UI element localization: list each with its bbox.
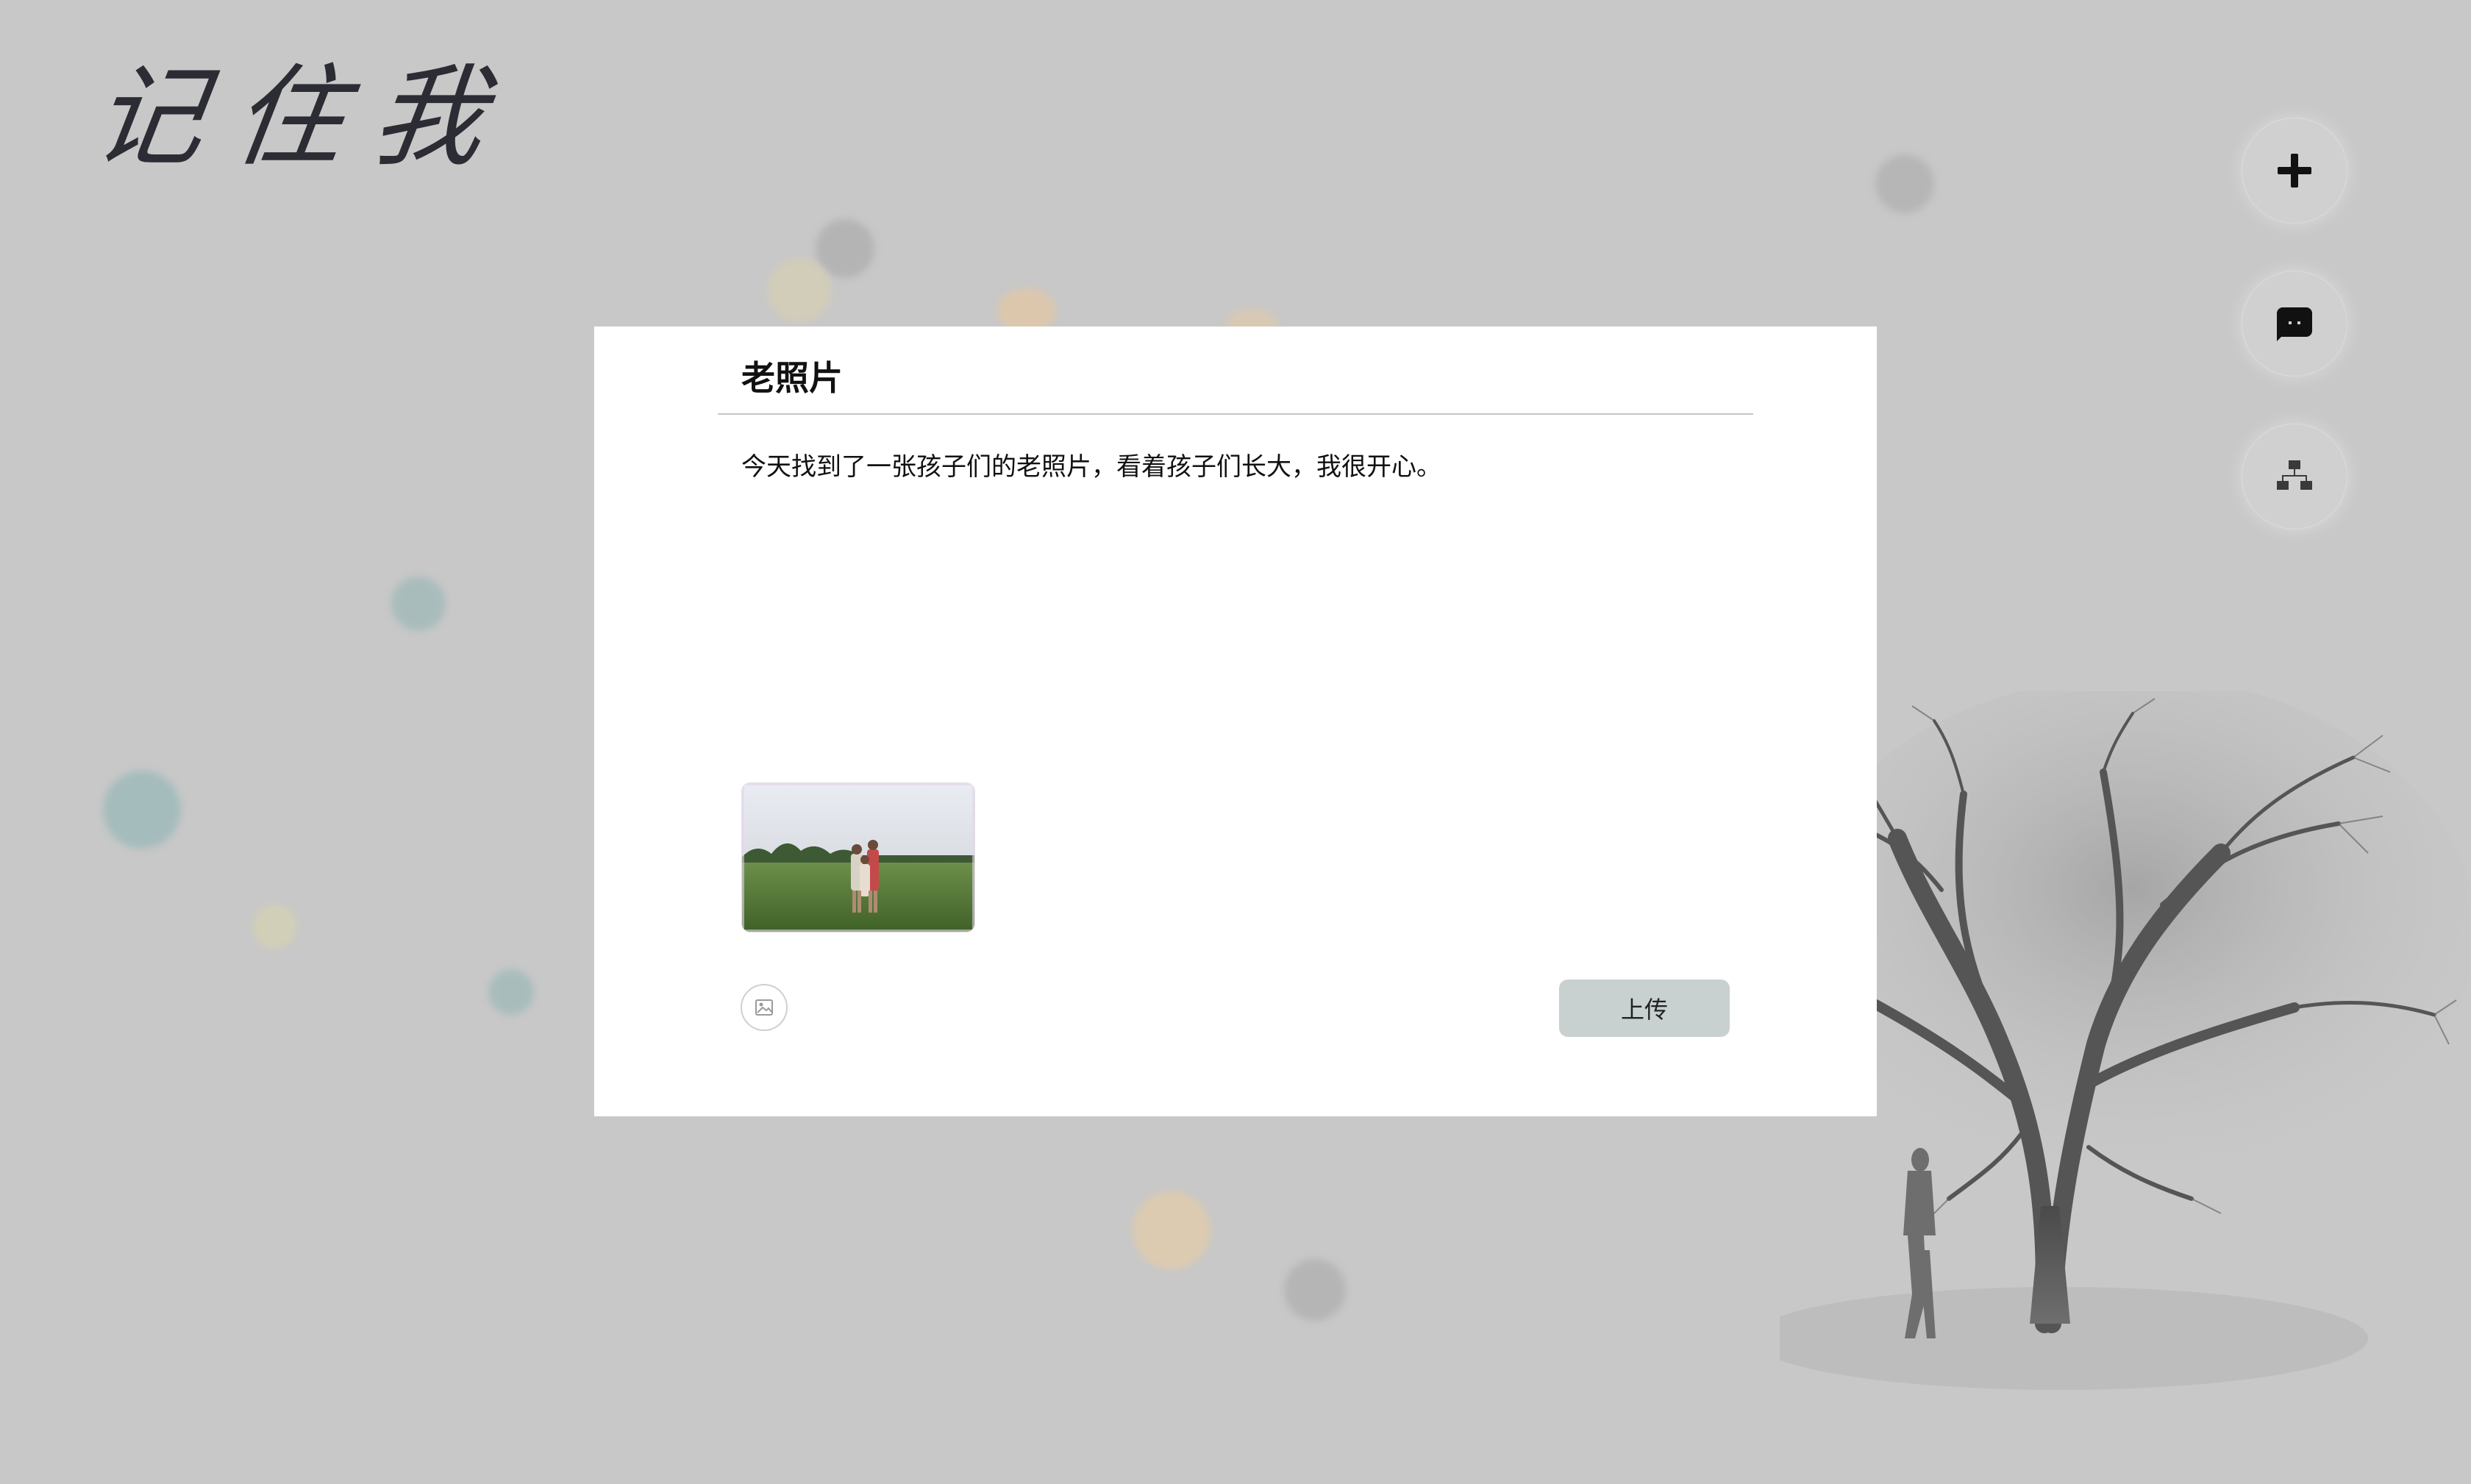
bokeh-dot: [1875, 154, 1934, 213]
bokeh-dot: [997, 288, 1056, 332]
chat-button[interactable]: [2242, 271, 2347, 377]
bokeh-dot: [391, 577, 446, 631]
image-icon: [755, 999, 773, 1016]
post-content[interactable]: 今天找到了一张孩子们的老照片，看着孩子们长大，我很开心。: [741, 449, 1741, 485]
bokeh-dot: [816, 219, 874, 278]
post-dialog: 老照片 今天找到了一张孩子们的老照片，看着孩子们长大，我很开心。 上传: [594, 327, 1877, 1116]
family-tree-button[interactable]: [2242, 424, 2347, 529]
bokeh-dot: [1133, 1191, 1210, 1269]
tree-illustration: [1780, 691, 2471, 1390]
add-button[interactable]: [2242, 118, 2347, 224]
bokeh-dot: [253, 905, 297, 949]
post-title[interactable]: 老照片: [741, 356, 843, 400]
bokeh-dot: [1284, 1259, 1346, 1321]
chat-bubble-icon: [2277, 307, 2312, 341]
app-logo: 记住我: [85, 51, 522, 184]
bokeh-dot: [103, 771, 181, 849]
photo-image: [742, 783, 974, 932]
plus-icon: [2278, 154, 2311, 188]
bokeh-dot: [768, 259, 831, 322]
photo-thumbnail[interactable]: [741, 782, 975, 932]
sitemap-icon: [2277, 460, 2312, 490]
title-divider: [718, 413, 1753, 415]
bokeh-dot: [488, 969, 534, 1015]
upload-button[interactable]: 上传: [1559, 980, 1730, 1037]
add-image-button[interactable]: [741, 984, 788, 1031]
logo-text: 记住我: [85, 54, 523, 182]
